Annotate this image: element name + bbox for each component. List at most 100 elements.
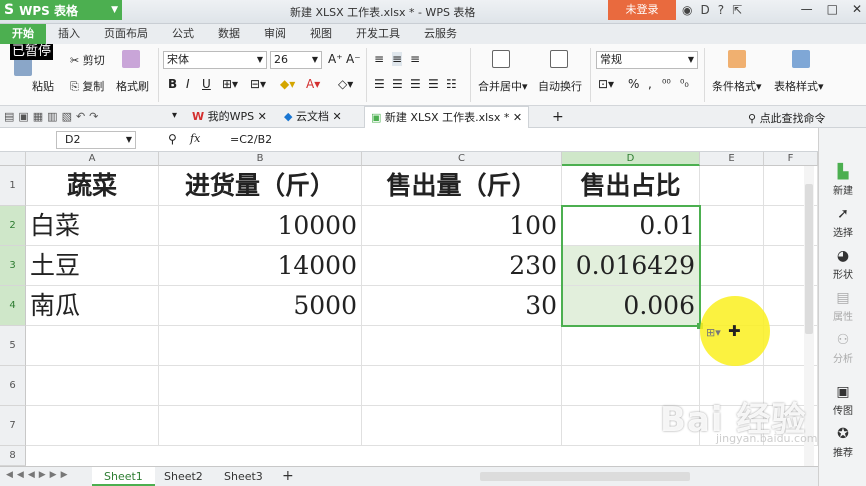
row-header-1[interactable]: 1	[0, 166, 26, 206]
increase-decimal-icon[interactable]: ⁰⁰	[662, 77, 671, 90]
cell-a5[interactable]	[26, 326, 159, 366]
maximize-icon[interactable]: □	[827, 2, 838, 16]
align-center-icon[interactable]: ☰	[392, 77, 403, 91]
analysis-pane-button[interactable]: ⚇ 分析	[819, 332, 866, 365]
cell-c2[interactable]: 100	[362, 206, 562, 246]
justify-icon[interactable]: ☰	[428, 77, 439, 91]
tab-review[interactable]: 审阅	[252, 24, 298, 44]
close-icon[interactable]: ✕	[513, 111, 522, 124]
cell-c3[interactable]: 230	[362, 246, 562, 286]
scrollbar-thumb[interactable]	[805, 184, 813, 334]
horizontal-scrollbar[interactable]	[480, 472, 690, 481]
column-header-c[interactable]: C	[362, 152, 562, 166]
number-format-select[interactable]: 常规 ▼	[596, 51, 698, 69]
wrap-text-button[interactable]: 自动换行	[538, 78, 582, 94]
select-all-corner[interactable]	[0, 152, 26, 166]
thousands-icon[interactable]: ,	[648, 77, 652, 91]
font-name-select[interactable]: 宋体 ▼	[163, 51, 267, 69]
column-header-d[interactable]: D	[562, 152, 700, 166]
recommend-pane-button[interactable]: ✪ 推荐	[819, 426, 866, 459]
formula-input[interactable]: =C2/B2	[230, 133, 272, 146]
cell-b1[interactable]: 进货量（斤）	[159, 166, 362, 206]
minimize-icon[interactable]: —	[801, 2, 813, 16]
chevron-down-icon[interactable]: ▾	[172, 110, 177, 121]
cell-b2[interactable]: 10000	[159, 206, 362, 246]
cell-e2[interactable]	[700, 206, 764, 246]
add-sheet-button[interactable]: +	[270, 467, 306, 486]
close-icon[interactable]: ✕	[258, 110, 267, 123]
cut-button[interactable]: ✂ 剪切	[70, 52, 105, 68]
tab-data[interactable]: 数据	[206, 24, 252, 44]
align-middle-icon[interactable]: ≡	[392, 52, 403, 66]
align-left-icon[interactable]: ☰	[374, 77, 385, 91]
merge-center-icon[interactable]	[492, 50, 510, 68]
cell-b3[interactable]: 14000	[159, 246, 362, 286]
tab-formulas[interactable]: 公式	[160, 24, 206, 44]
cell-c5[interactable]	[362, 326, 562, 366]
table-style-button[interactable]: 表格样式▾	[774, 78, 824, 94]
font-size-select[interactable]: 26 ▼	[270, 51, 322, 69]
row-header-4[interactable]: 4	[0, 286, 26, 326]
cell-a1[interactable]: 蔬菜	[26, 166, 159, 206]
conditional-format-icon[interactable]	[728, 50, 746, 68]
cell-d3[interactable]: 0.016429	[562, 246, 700, 286]
tab-sheet3[interactable]: Sheet3	[212, 467, 275, 486]
cell-d5[interactable]	[562, 326, 700, 366]
share-icon[interactable]: D	[700, 3, 709, 17]
column-header-b[interactable]: B	[159, 152, 362, 166]
wrap-text-icon[interactable]	[550, 50, 568, 68]
font-color-icon[interactable]: A▾	[306, 77, 320, 91]
tab-view[interactable]: 视图	[298, 24, 344, 44]
tab-active-document[interactable]: ▣ 新建 XLSX 工作表.xlsx * ✕	[364, 106, 530, 128]
font-shrink-icon[interactable]: A⁻	[346, 52, 361, 66]
clear-format-icon[interactable]: ◇▾	[338, 77, 353, 91]
tab-cloud[interactable]: 云服务	[412, 24, 469, 44]
cell-b5[interactable]	[159, 326, 362, 366]
cell-a7[interactable]	[26, 406, 159, 446]
cell-c7[interactable]	[362, 406, 562, 446]
tab-my-wps[interactable]: W 我的WPS ✕	[186, 106, 273, 128]
fill-color-icon[interactable]: ◆▾	[280, 77, 295, 91]
restore-panel-icon[interactable]: ⇱	[732, 3, 742, 17]
tab-page-layout[interactable]: 页面布局	[92, 24, 160, 44]
new-tab-button[interactable]: +	[546, 106, 570, 128]
tab-developer[interactable]: 开发工具	[344, 24, 412, 44]
row-header-6[interactable]: 6	[0, 366, 26, 406]
tab-sheet1[interactable]: Sheet1	[92, 467, 155, 486]
distribute-icon[interactable]: ☷	[446, 77, 457, 91]
conditional-format-button[interactable]: 条件格式▾	[712, 78, 762, 94]
row-header-3[interactable]: 3	[0, 246, 26, 286]
close-icon[interactable]: ✕	[852, 2, 862, 16]
name-box[interactable]: D2 ▼	[56, 131, 136, 149]
cell-e1[interactable]	[700, 166, 764, 206]
help-icon[interactable]: ?	[718, 3, 724, 17]
close-icon[interactable]: ✕	[332, 110, 341, 123]
paste-icon[interactable]	[14, 58, 32, 76]
row-header-7[interactable]: 7	[0, 406, 26, 446]
decrease-decimal-icon[interactable]: ⁰₀	[680, 77, 689, 90]
cell-c6[interactable]	[362, 366, 562, 406]
currency-icon[interactable]: ⊡▾	[598, 77, 614, 91]
cell-b6[interactable]	[159, 366, 362, 406]
select-pane-button[interactable]: ➚ 选择	[819, 206, 866, 239]
table-style-icon[interactable]	[792, 50, 810, 68]
cell-b4[interactable]: 5000	[159, 286, 362, 326]
upload-image-pane-button[interactable]: ▣ 传图	[819, 384, 866, 417]
app-logo-menu[interactable]: S WPS 表格 ▼	[0, 0, 122, 20]
align-top-icon[interactable]: ≡	[374, 52, 384, 66]
cell-d2[interactable]: 0.01	[562, 206, 700, 246]
cell-c4[interactable]: 30	[362, 286, 562, 326]
italic-icon[interactable]: I	[186, 77, 190, 91]
cell-a6[interactable]	[26, 366, 159, 406]
merge-border-icon[interactable]: ⊟▾	[250, 77, 266, 91]
copy-button[interactable]: ⎘ 复制	[70, 78, 104, 94]
new-pane-button[interactable]: ▙ 新建	[819, 164, 866, 197]
login-button[interactable]: 未登录	[608, 0, 676, 20]
paste-button[interactable]: 粘贴	[32, 78, 54, 94]
tab-cloud-docs[interactable]: ◆ 云文档 ✕	[278, 106, 348, 128]
cell-a4[interactable]: 南瓜	[26, 286, 159, 326]
column-header-e[interactable]: E	[700, 152, 764, 166]
font-grow-icon[interactable]: A⁺	[328, 52, 343, 66]
zoom-search-icon[interactable]: ⚲	[168, 132, 177, 146]
underline-icon[interactable]: U	[202, 77, 211, 91]
